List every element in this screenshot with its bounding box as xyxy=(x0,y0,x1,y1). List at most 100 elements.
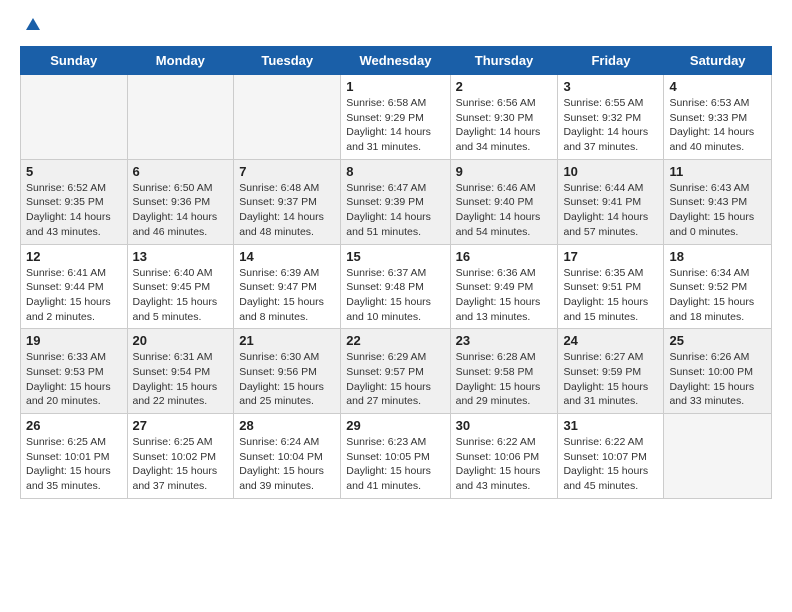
logo-icon xyxy=(24,16,42,34)
day-info: Sunrise: 6:56 AMSunset: 9:30 PMDaylight:… xyxy=(456,96,553,155)
day-info: Sunrise: 6:44 AMSunset: 9:41 PMDaylight:… xyxy=(563,181,658,240)
day-number: 21 xyxy=(239,333,335,348)
day-info: Sunrise: 6:31 AMSunset: 9:54 PMDaylight:… xyxy=(133,350,229,409)
weekday-header-saturday: Saturday xyxy=(664,47,772,75)
calendar-cell: 23 Sunrise: 6:28 AMSunset: 9:58 PMDayligh… xyxy=(450,329,558,414)
weekday-header-monday: Monday xyxy=(127,47,234,75)
day-info: Sunrise: 6:36 AMSunset: 9:49 PMDaylight:… xyxy=(456,266,553,325)
calendar-cell: 11 Sunrise: 6:43 AMSunset: 9:43 PMDayligh… xyxy=(664,159,772,244)
weekday-header-row: SundayMondayTuesdayWednesdayThursdayFrid… xyxy=(21,47,772,75)
day-number: 7 xyxy=(239,164,335,179)
day-number: 22 xyxy=(346,333,444,348)
calendar-cell: 3Sunrise: 6:55 AMSunset: 9:32 PMDaylight… xyxy=(558,75,664,160)
day-info: Sunrise: 6:23 AMSunset: 10:05 PMDaylight… xyxy=(346,435,444,494)
calendar-cell: 5 Sunrise: 6:52 AMSunset: 9:35 PMDaylight… xyxy=(21,159,128,244)
day-number: 4 xyxy=(669,79,766,94)
day-number: 12 xyxy=(26,249,122,264)
calendar-cell: 13Sunrise: 6:40 AMSunset: 9:45 PMDayligh… xyxy=(127,244,234,329)
calendar-cell: 25Sunrise: 6:26 AMSunset: 10:00 PMDaylig… xyxy=(664,329,772,414)
calendar-cell: 24 Sunrise: 6:27 AMSunset: 9:59 PMDayligh… xyxy=(558,329,664,414)
day-number: 23 xyxy=(456,333,553,348)
day-number: 29 xyxy=(346,418,444,433)
calendar-cell: 17 Sunrise: 6:35 AMSunset: 9:51 PMDayligh… xyxy=(558,244,664,329)
day-number: 8 xyxy=(346,164,444,179)
calendar-week-row: 5 Sunrise: 6:52 AMSunset: 9:35 PMDaylight… xyxy=(21,159,772,244)
day-number: 27 xyxy=(133,418,229,433)
calendar-cell: 16 Sunrise: 6:36 AMSunset: 9:49 PMDayligh… xyxy=(450,244,558,329)
calendar-cell: 1Sunrise: 6:58 AMSunset: 9:29 PMDaylight… xyxy=(341,75,450,160)
day-info: Sunrise: 6:25 AMSunset: 10:02 PMDaylight… xyxy=(133,435,229,494)
calendar-cell xyxy=(664,414,772,499)
day-info: Sunrise: 6:24 AMSunset: 10:04 PMDaylight… xyxy=(239,435,335,494)
day-info: Sunrise: 6:35 AMSunset: 9:51 PMDaylight:… xyxy=(563,266,658,325)
day-info: Sunrise: 6:27 AMSunset: 9:59 PMDaylight:… xyxy=(563,350,658,409)
weekday-header-tuesday: Tuesday xyxy=(234,47,341,75)
calendar-cell: 19 Sunrise: 6:33 AMSunset: 9:53 PMDayligh… xyxy=(21,329,128,414)
calendar-cell: 30 Sunrise: 6:22 AMSunset: 10:06 PMDaylig… xyxy=(450,414,558,499)
day-info: Sunrise: 6:37 AMSunset: 9:48 PMDaylight:… xyxy=(346,266,444,325)
calendar-cell xyxy=(234,75,341,160)
calendar-week-row: 19 Sunrise: 6:33 AMSunset: 9:53 PMDayligh… xyxy=(21,329,772,414)
calendar-cell: 14 Sunrise: 6:39 AMSunset: 9:47 PMDayligh… xyxy=(234,244,341,329)
day-number: 31 xyxy=(563,418,658,433)
day-info: Sunrise: 6:34 AMSunset: 9:52 PMDaylight:… xyxy=(669,266,766,325)
day-info: Sunrise: 6:39 AMSunset: 9:47 PMDaylight:… xyxy=(239,266,335,325)
calendar-cell: 4Sunrise: 6:53 AMSunset: 9:33 PMDaylight… xyxy=(664,75,772,160)
calendar-cell: 10 Sunrise: 6:44 AMSunset: 9:41 PMDayligh… xyxy=(558,159,664,244)
day-number: 18 xyxy=(669,249,766,264)
calendar-cell: 22 Sunrise: 6:29 AMSunset: 9:57 PMDayligh… xyxy=(341,329,450,414)
day-number: 9 xyxy=(456,164,553,179)
day-number: 14 xyxy=(239,249,335,264)
day-number: 15 xyxy=(346,249,444,264)
calendar-cell: 15 Sunrise: 6:37 AMSunset: 9:48 PMDayligh… xyxy=(341,244,450,329)
day-info: Sunrise: 6:55 AMSunset: 9:32 PMDaylight:… xyxy=(563,96,658,155)
calendar-cell xyxy=(21,75,128,160)
day-info: Sunrise: 6:22 AMSunset: 10:06 PMDaylight… xyxy=(456,435,553,494)
day-info: Sunrise: 6:22 AMSunset: 10:07 PMDaylight… xyxy=(563,435,658,494)
calendar: SundayMondayTuesdayWednesdayThursdayFrid… xyxy=(20,46,772,499)
day-number: 19 xyxy=(26,333,122,348)
day-number: 16 xyxy=(456,249,553,264)
day-info: Sunrise: 6:41 AMSunset: 9:44 PMDaylight:… xyxy=(26,266,122,325)
calendar-week-row: 1Sunrise: 6:58 AMSunset: 9:29 PMDaylight… xyxy=(21,75,772,160)
day-info: Sunrise: 6:52 AMSunset: 9:35 PMDaylight:… xyxy=(26,181,122,240)
day-info: Sunrise: 6:46 AMSunset: 9:40 PMDaylight:… xyxy=(456,181,553,240)
day-number: 10 xyxy=(563,164,658,179)
day-info: Sunrise: 6:48 AMSunset: 9:37 PMDaylight:… xyxy=(239,181,335,240)
calendar-cell: 29 Sunrise: 6:23 AMSunset: 10:05 PMDaylig… xyxy=(341,414,450,499)
day-number: 17 xyxy=(563,249,658,264)
calendar-cell: 12 Sunrise: 6:41 AMSunset: 9:44 PMDayligh… xyxy=(21,244,128,329)
calendar-cell: 6 Sunrise: 6:50 AMSunset: 9:36 PMDaylight… xyxy=(127,159,234,244)
day-number: 5 xyxy=(26,164,122,179)
weekday-header-sunday: Sunday xyxy=(21,47,128,75)
calendar-week-row: 12 Sunrise: 6:41 AMSunset: 9:44 PMDayligh… xyxy=(21,244,772,329)
day-number: 6 xyxy=(133,164,229,179)
day-number: 24 xyxy=(563,333,658,348)
day-number: 20 xyxy=(133,333,229,348)
day-info: Sunrise: 6:29 AMSunset: 9:57 PMDaylight:… xyxy=(346,350,444,409)
day-info: Sunrise: 6:58 AMSunset: 9:29 PMDaylight:… xyxy=(346,96,444,155)
day-info: Sunrise: 6:50 AMSunset: 9:36 PMDaylight:… xyxy=(133,181,229,240)
day-info: Sunrise: 6:47 AMSunset: 9:39 PMDaylight:… xyxy=(346,181,444,240)
day-number: 28 xyxy=(239,418,335,433)
weekday-header-friday: Friday xyxy=(558,47,664,75)
day-number: 2 xyxy=(456,79,553,94)
calendar-cell: 18 Sunrise: 6:34 AMSunset: 9:52 PMDayligh… xyxy=(664,244,772,329)
calendar-cell: 2 Sunrise: 6:56 AMSunset: 9:30 PMDaylight… xyxy=(450,75,558,160)
header xyxy=(20,16,772,34)
calendar-cell: 9 Sunrise: 6:46 AMSunset: 9:40 PMDaylight… xyxy=(450,159,558,244)
calendar-cell: 8 Sunrise: 6:47 AMSunset: 9:39 PMDaylight… xyxy=(341,159,450,244)
calendar-week-row: 26Sunrise: 6:25 AMSunset: 10:01 PMDaylig… xyxy=(21,414,772,499)
calendar-cell: 31 Sunrise: 6:22 AMSunset: 10:07 PMDaylig… xyxy=(558,414,664,499)
day-number: 11 xyxy=(669,164,766,179)
weekday-header-thursday: Thursday xyxy=(450,47,558,75)
day-info: Sunrise: 6:30 AMSunset: 9:56 PMDaylight:… xyxy=(239,350,335,409)
calendar-cell: 28 Sunrise: 6:24 AMSunset: 10:04 PMDaylig… xyxy=(234,414,341,499)
calendar-cell: 27 Sunrise: 6:25 AMSunset: 10:02 PMDaylig… xyxy=(127,414,234,499)
day-info: Sunrise: 6:33 AMSunset: 9:53 PMDaylight:… xyxy=(26,350,122,409)
day-info: Sunrise: 6:43 AMSunset: 9:43 PMDaylight:… xyxy=(669,181,766,240)
day-number: 30 xyxy=(456,418,553,433)
day-info: Sunrise: 6:28 AMSunset: 9:58 PMDaylight:… xyxy=(456,350,553,409)
logo xyxy=(20,16,42,34)
day-number: 26 xyxy=(26,418,122,433)
